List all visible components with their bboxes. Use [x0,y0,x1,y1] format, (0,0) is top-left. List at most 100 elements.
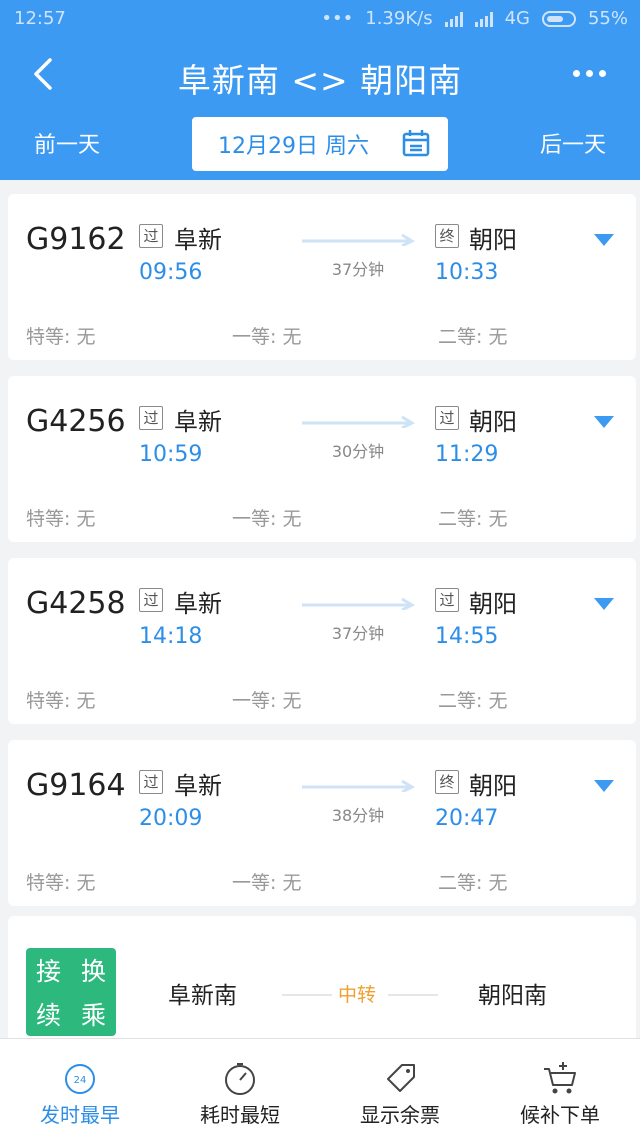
transfer-from-station: 阜新南 [168,983,237,1009]
transfer-line [282,994,332,996]
train-number: G4256 [26,404,126,439]
transfer-badge-char: 换 [80,957,106,986]
route-arrow-icon [302,233,416,246]
more-icon[interactable] [570,62,612,86]
signal-icon [444,11,463,27]
pass-badge: 过 [139,224,163,248]
arrival-station: 朝阳 [469,590,517,618]
arrival-time: 11:29 [435,442,499,467]
calendar-icon [402,130,430,157]
network-speed: 1.39K/s [365,8,433,29]
waitlist-order-button[interactable]: 候补下单 [480,1039,640,1139]
date-bar: 前一天 12月29日 周六 后一天 [0,115,640,175]
first-class-status: 一等: 无 [232,872,302,894]
train-number: G9164 [26,768,126,803]
chevron-down-icon[interactable] [594,598,614,610]
premium-seat-status: 特等: 无 [26,872,96,894]
route-arrow-icon [302,597,416,610]
arrival-time: 14:55 [435,624,499,649]
chevron-down-icon[interactable] [594,780,614,792]
transfer-line [388,994,438,996]
arrival-time: 10:33 [435,260,499,285]
arrival-station: 朝阳 [469,226,517,254]
train-list: G9162 过 阜新 09:56 37分钟 终 朝阳 10:33 特等: 无 一… [8,194,636,922]
pass-badge: 过 [139,406,163,430]
train-number: G4258 [26,586,126,621]
travel-duration: 38分钟 [331,806,385,825]
transfer-badge-char: 接 [35,957,61,986]
pass-badge: 过 [435,406,459,430]
waitlist-order-label: 候补下单 [520,1103,600,1127]
date-picker-button[interactable]: 12月29日 周六 [192,117,448,171]
second-class-status: 二等: 无 [438,872,508,894]
arrival-time: 20:47 [435,806,499,831]
transfer-middle-label: 中转 [338,984,377,1006]
status-bar: 12:57 ••• 1.39K/s 4G 55% [0,0,640,36]
sort-shortest-label: 耗时最短 [200,1103,280,1127]
network-type: 4G [504,8,530,29]
travel-duration: 30分钟 [331,442,385,461]
ticket-tag-icon [387,1064,415,1092]
premium-seat-status: 特等: 无 [26,326,96,348]
pass-badge: 过 [435,588,459,612]
cart-plus-icon [544,1062,576,1094]
sort-earliest-label: 发时最早 [40,1103,120,1127]
transfer-badge-char: 乘 [80,1001,106,1030]
departure-time: 14:18 [139,624,203,649]
train-card[interactable]: G4256 过 阜新 10:59 30分钟 过 朝阳 11:29 特等: 无 一… [8,376,636,542]
timer-icon [225,1063,255,1095]
travel-duration: 37分钟 [331,624,385,643]
pass-badge: 过 [139,770,163,794]
train-card[interactable]: G9162 过 阜新 09:56 37分钟 终 朝阳 10:33 特等: 无 一… [8,194,636,360]
signal-icon [474,11,493,27]
first-class-status: 一等: 无 [232,326,302,348]
battery-icon [541,10,576,27]
departure-station: 阜新 [174,590,222,618]
clock-24-icon: 24 [65,1064,95,1094]
selected-date: 12月29日 周六 [218,134,369,159]
back-arrow-icon[interactable] [26,54,66,94]
show-tickets-label: 显示余票 [360,1103,440,1127]
status-time: 12:57 [14,8,66,29]
terminal-badge: 终 [435,224,459,248]
arrival-station: 朝阳 [469,772,517,800]
status-dots: ••• [321,8,354,29]
prev-day-button[interactable]: 前一天 [34,127,100,159]
bottom-nav: 24 发时最早 耗时最短 显示余票 候补下单 [0,1038,640,1139]
transfer-badge: 接 换 续 乘 [26,948,116,1036]
next-day-button[interactable]: 后一天 [540,127,606,159]
first-class-status: 一等: 无 [232,690,302,712]
departure-time: 10:59 [139,442,203,467]
departure-time: 20:09 [139,806,203,831]
premium-seat-status: 特等: 无 [26,690,96,712]
departure-station: 阜新 [174,772,222,800]
terminal-badge: 终 [435,770,459,794]
train-card[interactable]: G4258 过 阜新 14:18 37分钟 过 朝阳 14:55 特等: 无 一… [8,558,636,724]
sort-shortest-button[interactable]: 耗时最短 [160,1039,320,1139]
transfer-card[interactable]: 接 换 续 乘 阜新南 中转 朝阳南 [8,916,636,1056]
departure-time: 09:56 [139,260,203,285]
chevron-down-icon[interactable] [594,416,614,428]
title-bar: 阜新南 <> 朝阳南 [0,40,640,110]
battery-level: 55% [587,8,628,29]
second-class-status: 二等: 无 [438,690,508,712]
status-right: ••• 1.39K/s 4G 55% [321,8,628,29]
clock-badge-text: 24 [74,1075,87,1086]
train-number: G9162 [26,222,126,257]
second-class-status: 二等: 无 [438,326,508,348]
departure-station: 阜新 [174,226,222,254]
travel-duration: 37分钟 [331,260,385,279]
route-arrow-icon [302,779,416,792]
pass-badge: 过 [139,588,163,612]
transfer-badge-char: 续 [35,1001,61,1030]
transfer-to-station: 朝阳南 [478,983,547,1009]
chevron-down-icon[interactable] [594,234,614,246]
second-class-status: 二等: 无 [438,508,508,530]
premium-seat-status: 特等: 无 [26,508,96,530]
sort-earliest-button[interactable]: 24 发时最早 [0,1039,160,1139]
header: 12:57 ••• 1.39K/s 4G 55% 阜新南 <> 朝阳南 前一天 … [0,0,640,180]
page-title: 阜新南 <> 朝阳南 [177,61,463,100]
departure-station: 阜新 [174,408,222,436]
show-tickets-button[interactable]: 显示余票 [320,1039,480,1139]
train-card[interactable]: G9164 过 阜新 20:09 38分钟 终 朝阳 20:47 特等: 无 一… [8,740,636,906]
